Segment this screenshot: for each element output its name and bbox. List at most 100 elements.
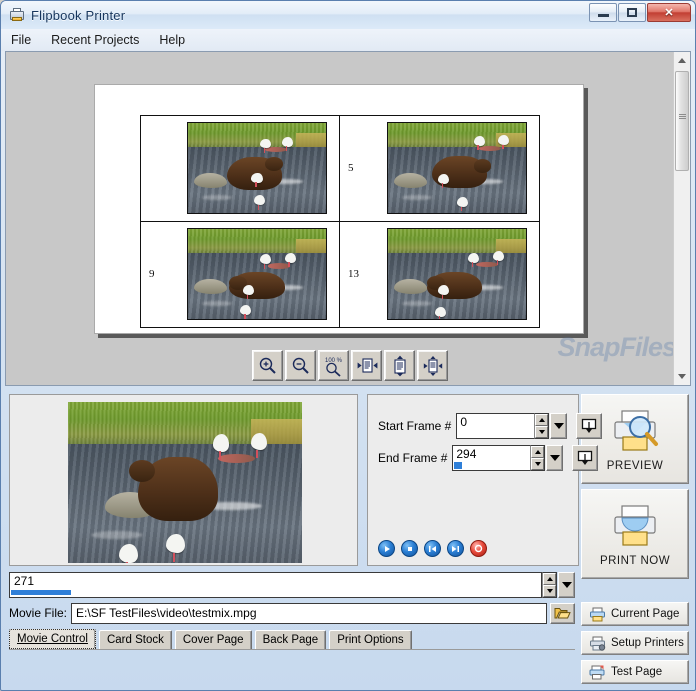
next-button[interactable] <box>447 540 464 557</box>
fit-width-icon[interactable] <box>351 350 382 381</box>
printer-settings-icon <box>590 636 606 651</box>
menu-item-recent-projects[interactable]: Recent Projects <box>51 31 149 49</box>
frame-thumbnail <box>387 122 527 215</box>
menu-item-help[interactable]: Help <box>159 31 195 49</box>
title-bar[interactable]: Flipbook Printer ✕ <box>1 1 695 29</box>
start-frame-increment[interactable] <box>535 414 549 426</box>
end-frame-stepper[interactable] <box>530 445 546 471</box>
start-frame-input[interactable]: 0 <box>456 413 535 439</box>
caret-down-icon <box>538 430 545 434</box>
caret-up-icon <box>538 418 545 422</box>
chevron-down-icon <box>549 455 560 461</box>
frame-cell[interactable]: 13 <box>340 222 539 328</box>
frame-number-label: 5 <box>348 162 354 175</box>
set-end-frame-button[interactable] <box>572 445 599 471</box>
frame-thumbnail <box>187 228 327 321</box>
flipbook-frames-grid: 5 9 13 <box>140 115 540 328</box>
current-frame-decrement[interactable] <box>543 585 556 597</box>
start-frame-decrement[interactable] <box>535 426 549 438</box>
play-button[interactable] <box>378 540 395 557</box>
setup-printers-button[interactable]: Setup Printers <box>581 631 689 655</box>
skip-forward-icon <box>452 545 459 552</box>
preview-printer-magnifier-icon <box>614 409 658 451</box>
end-frame-dropdown-button[interactable] <box>546 445 564 471</box>
window-title: Flipbook Printer <box>31 7 126 23</box>
minimize-button[interactable] <box>589 3 617 22</box>
tab-label: Movie Control <box>17 633 88 645</box>
snapfiles-watermark: SnapFiles <box>557 332 677 362</box>
set-start-frame-button[interactable] <box>576 413 603 439</box>
frame-cell[interactable]: 9 <box>141 221 340 327</box>
record-button[interactable] <box>470 540 487 557</box>
preview-vertical-scrollbar[interactable] <box>673 52 690 385</box>
start-frame-value: 0 <box>460 415 468 429</box>
tab-label: Cover Page <box>182 634 244 646</box>
frame-thumbnail <box>387 228 527 321</box>
frame-thumbnail <box>187 122 327 215</box>
movie-file-row: Movie File: E:\SF TestFiles\video\testmi… <box>9 602 575 624</box>
caret-down-icon <box>546 589 553 593</box>
frame-progress-bar <box>11 590 71 595</box>
current-page-button[interactable]: Current Page <box>581 602 689 626</box>
tab-print-options[interactable]: Print Options <box>329 630 412 649</box>
maximize-icon <box>627 8 637 17</box>
client-area: 5 9 13 SnapFiles 100 % Start Frame # 0 E… <box>5 51 691 686</box>
capture-frame-icon <box>582 418 597 433</box>
current-frame-input[interactable]: 271 <box>9 572 542 598</box>
print-preview-pane[interactable]: 5 9 13 SnapFiles 100 % <box>5 51 691 386</box>
skip-back-icon <box>429 545 436 552</box>
fit-height-icon[interactable] <box>384 350 415 381</box>
current-frame-dropdown-button[interactable] <box>558 572 575 598</box>
scroll-down-button[interactable] <box>674 368 690 385</box>
caret-up-icon <box>546 577 553 581</box>
current-page-label: Current Page <box>611 608 680 620</box>
tab-cover-page[interactable]: Cover Page <box>174 630 252 649</box>
current-frame-increment[interactable] <box>543 573 556 585</box>
previous-button[interactable] <box>424 540 441 557</box>
stop-button[interactable] <box>401 540 418 557</box>
end-frame-progress-marker <box>454 462 463 469</box>
end-frame-increment[interactable] <box>531 446 545 458</box>
tab-back-page[interactable]: Back Page <box>254 630 327 649</box>
play-icon <box>384 545 390 552</box>
test-page-button[interactable]: Test Page <box>581 660 689 684</box>
caret-down-icon <box>534 462 541 466</box>
maximize-button[interactable] <box>618 3 646 22</box>
frame-cell[interactable] <box>141 116 340 222</box>
frame-cell[interactable]: 5 <box>340 116 539 222</box>
record-icon <box>474 544 483 553</box>
print-now-button[interactable]: PRINT NOW <box>581 489 689 579</box>
stop-icon <box>407 546 412 551</box>
preview-button-label: PREVIEW <box>606 459 664 472</box>
movie-frame-image <box>68 402 302 563</box>
start-frame-row: Start Frame # 0 <box>378 413 603 439</box>
transport-controls <box>378 540 487 557</box>
movie-control-panel: Start Frame # 0 End Frame # 294 271 Movi… <box>5 390 603 686</box>
start-frame-dropdown-button[interactable] <box>550 413 568 439</box>
end-frame-decrement[interactable] <box>531 458 545 470</box>
scroll-up-button[interactable] <box>674 52 690 69</box>
end-frame-label: End Frame # <box>378 451 448 465</box>
preview-zoom-toolbar: 100 % <box>252 350 448 381</box>
menu-bar: File Recent Projects Help <box>1 29 695 51</box>
tab-card-stock[interactable]: Card Stock <box>98 630 172 649</box>
fit-page-icon[interactable] <box>417 350 448 381</box>
end-frame-row: End Frame # 294 <box>378 445 599 471</box>
zoom-in-icon[interactable] <box>252 350 283 381</box>
close-button[interactable]: ✕ <box>647 3 691 22</box>
movie-file-input[interactable]: E:\SF TestFiles\video\testmix.mpg <box>71 602 547 624</box>
printer-icon <box>590 607 605 621</box>
tab-movie-control[interactable]: Movie Control <box>9 629 96 649</box>
menu-item-file[interactable]: File <box>11 31 41 49</box>
start-frame-stepper[interactable] <box>534 413 550 439</box>
zoom-out-icon[interactable] <box>285 350 316 381</box>
chevron-down-icon <box>553 423 564 429</box>
scrollbar-thumb[interactable] <box>675 71 689 171</box>
current-frame-value: 271 <box>14 574 35 588</box>
end-frame-input[interactable]: 294 <box>452 445 531 471</box>
browse-file-button[interactable] <box>550 602 575 624</box>
end-frame-value: 294 <box>456 447 477 461</box>
svg-text:100 %: 100 % <box>325 358 343 364</box>
current-frame-stepper[interactable] <box>542 572 557 598</box>
zoom-100-icon[interactable]: 100 % <box>318 350 349 381</box>
